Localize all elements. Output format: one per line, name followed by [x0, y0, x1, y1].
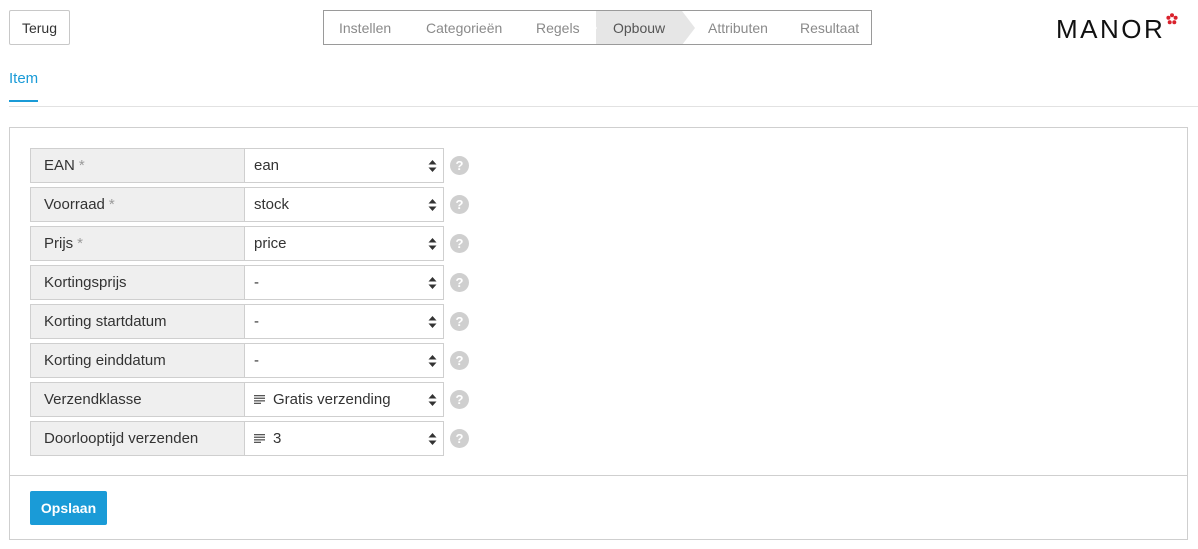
step-resultaat[interactable]: Resultaat [778, 11, 870, 44]
step-opbouw[interactable]: Opbouw [596, 11, 695, 44]
step-categorieen[interactable]: Categorieën [412, 11, 522, 44]
required-marker: * [108, 196, 115, 213]
ean-select[interactable]: ean [245, 148, 444, 183]
help-icon[interactable]: ? [450, 156, 469, 175]
required-marker: * [78, 157, 85, 174]
field-label-text: Doorlooptijd verzenden [44, 430, 199, 447]
field-label: Voorraad * [30, 187, 245, 222]
help-icon[interactable]: ? [450, 195, 469, 214]
select-value: 3 [273, 430, 282, 447]
logo-flower-icon [1166, 13, 1178, 25]
step-label: Regels [536, 19, 580, 36]
field-label: Kortingsprijs [30, 265, 245, 300]
field-row-voorraad: Voorraad * stock ? [30, 187, 470, 222]
field-label: EAN * [30, 148, 245, 183]
field-label-text: Korting einddatum [44, 352, 166, 369]
help-icon[interactable]: ? [450, 273, 469, 292]
field-row-verzendklasse: Verzendklasse Gratis verzending ? [30, 382, 470, 417]
field-row-doorlooptijd: Doorlooptijd verzenden 3 ? [30, 421, 470, 456]
field-row-korting-einddatum: Korting einddatum - ? [30, 343, 470, 378]
korting-startdatum-select[interactable]: - [245, 304, 444, 339]
verzendklasse-select[interactable]: Gratis verzending [245, 382, 444, 417]
wizard-steps: Instellen Categorieën Regels Opbouw Attr… [323, 10, 872, 45]
korting-einddatum-select[interactable]: - [245, 343, 444, 378]
select-value: ean [254, 157, 280, 174]
prijs-select[interactable]: price [245, 226, 444, 261]
help-icon[interactable]: ? [450, 234, 469, 253]
step-label: Categorieën [426, 19, 503, 36]
field-label: Doorlooptijd verzenden [30, 421, 245, 456]
sort-arrows-icon [428, 433, 437, 445]
select-value: - [254, 274, 259, 291]
required-marker: * [77, 235, 84, 252]
sort-arrows-icon [428, 277, 437, 289]
help-icon[interactable]: ? [450, 351, 469, 370]
field-label-text: EAN [44, 157, 75, 174]
doorlooptijd-select[interactable]: 3 [245, 421, 444, 456]
voorraad-select[interactable]: stock [245, 187, 444, 222]
field-row-korting-startdatum: Korting startdatum - ? [30, 304, 470, 339]
field-label: Korting startdatum [30, 304, 245, 339]
step-instellen[interactable]: Instellen [324, 11, 412, 44]
select-value: Gratis verzending [273, 391, 391, 408]
field-row-ean: EAN * ean ? [30, 148, 470, 183]
help-icon[interactable]: ? [450, 429, 469, 448]
select-value: stock [254, 196, 290, 213]
sort-arrows-icon [428, 199, 437, 211]
select-value: price [254, 235, 287, 252]
field-label-text: Voorraad [44, 196, 105, 213]
select-value: - [254, 352, 259, 369]
field-label: Korting einddatum [30, 343, 245, 378]
tab-item[interactable]: Item [9, 70, 39, 102]
field-label-text: Kortingsprijs [44, 274, 127, 291]
logo-text: MANOR [1056, 14, 1166, 44]
field-label-text: Verzendklasse [44, 391, 142, 408]
field-row-kortingsprijs: Kortingsprijs - ? [30, 265, 470, 300]
sort-arrows-icon [428, 355, 437, 367]
kortingsprijs-select[interactable]: - [245, 265, 444, 300]
panel-divider [10, 475, 1187, 476]
field-label: Verzendklasse [30, 382, 245, 417]
back-button[interactable]: Terug [9, 10, 70, 45]
sort-arrows-icon [428, 316, 437, 328]
tab-divider [9, 106, 1198, 107]
field-label-text: Prijs [44, 235, 74, 252]
step-label: Resultaat [800, 19, 860, 36]
field-row-prijs: Prijs * price ? [30, 226, 470, 261]
save-button[interactable]: Opslaan [30, 491, 107, 525]
sort-arrows-icon [428, 160, 437, 172]
text-lines-icon [254, 434, 265, 443]
step-regels[interactable]: Regels [522, 11, 597, 44]
manor-logo: MANOR [1056, 13, 1178, 44]
sort-arrows-icon [428, 238, 437, 250]
help-icon[interactable]: ? [450, 312, 469, 331]
sort-arrows-icon [428, 394, 437, 406]
step-attributen[interactable]: Attributen [682, 11, 778, 44]
help-icon[interactable]: ? [450, 390, 469, 409]
step-label: Attributen [708, 19, 768, 36]
field-label: Prijs * [30, 226, 245, 261]
step-label: Instellen [339, 19, 392, 36]
text-lines-icon [254, 395, 265, 404]
step-label: Opbouw [613, 19, 666, 36]
select-value: - [254, 313, 259, 330]
field-label-text: Korting startdatum [44, 313, 167, 330]
form-panel: EAN * ean ? Voorraad * stock ? Prijs * pric… [9, 127, 1188, 540]
